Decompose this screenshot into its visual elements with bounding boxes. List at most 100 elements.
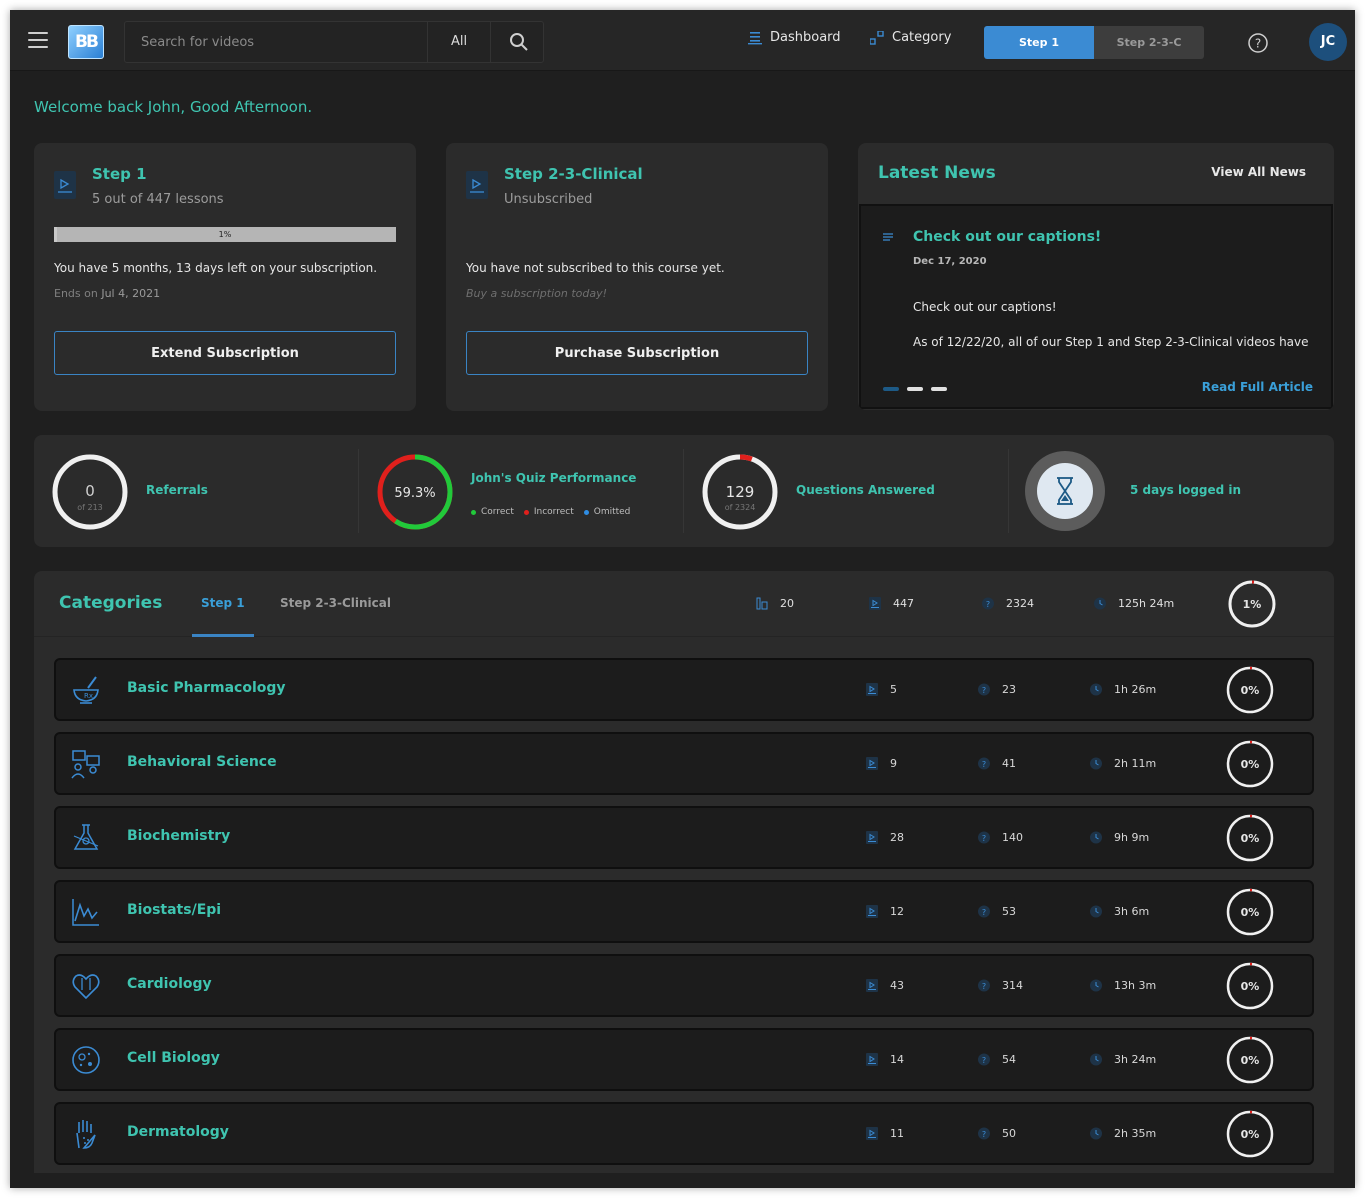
purchase-subscription-button[interactable]: Purchase Subscription [466, 331, 808, 375]
article-title[interactable]: Check out our captions! [913, 229, 1101, 245]
clock-icon [1090, 831, 1102, 844]
subscription-end-date: Jul 4, 2021 [101, 287, 161, 300]
question-icon: ? [978, 905, 990, 918]
search-input[interactable] [125, 22, 427, 62]
category-lessons: 14 [866, 1053, 904, 1066]
question-icon: ? [978, 831, 990, 844]
subscription-end-prefix: Ends on [54, 287, 98, 300]
nav-dashboard[interactable]: Dashboard [748, 30, 841, 45]
category-name[interactable]: Basic Pharmacology [127, 680, 286, 696]
referrals-ring: 0 of 213 [52, 454, 128, 530]
search-scope-select[interactable]: All [427, 22, 491, 62]
category-name[interactable]: Biochemistry [127, 828, 230, 844]
category-duration: 3h 24m [1090, 1053, 1156, 1066]
logo[interactable]: BB [68, 25, 104, 59]
category-questions: ? 314 [978, 979, 1023, 992]
top-bar: BB All Dashboard Category [10, 10, 1355, 71]
categories-header: Categories Step 1 Step 2-3-Clinical 20 4… [34, 571, 1334, 637]
question-icon: ? [978, 1127, 990, 1140]
video-lesson-icon [866, 831, 878, 844]
category-row[interactable]: Biochemistry 28? 140 9h 9m 0% [54, 806, 1314, 869]
latest-news-panel: Latest News View All News Check out our … [858, 143, 1334, 410]
clock-icon [1090, 683, 1102, 696]
questions-total: of 2324 [725, 503, 756, 512]
help-icon[interactable]: ? [1248, 33, 1268, 53]
line-graph-icon [72, 899, 99, 926]
article-date: Dec 17, 2020 [913, 256, 987, 267]
total-questions: ? 2324 [982, 597, 1034, 610]
search-icon[interactable] [509, 32, 529, 52]
people-chat-icon [71, 750, 100, 779]
svg-text:Rx: Rx [84, 692, 93, 700]
step-2-3-c-button[interactable]: Step 2-3-C [1094, 26, 1204, 59]
video-lesson-icon [866, 905, 878, 918]
carousel-dot[interactable] [931, 387, 947, 391]
step-1-button[interactable]: Step 1 [984, 26, 1094, 59]
total-lessons: 447 [869, 597, 914, 610]
category-questions-value: 23 [1002, 683, 1016, 696]
category-duration: 2h 35m [1090, 1127, 1156, 1140]
menu-icon[interactable] [28, 32, 48, 48]
quiz-performance-label[interactable]: John's Quiz Performance [471, 471, 636, 485]
category-progress-value: 0% [1241, 832, 1260, 845]
category-progress-ring: 0% [1226, 888, 1274, 936]
carousel-dot[interactable] [883, 387, 899, 391]
legend-incorrect: Incorrect [523, 507, 574, 517]
quiz-legend: Correct Incorrect Omitted [471, 507, 630, 517]
category-progress-value: 0% [1241, 980, 1260, 993]
category-duration-value: 2h 35m [1114, 1127, 1157, 1140]
video-lesson-icon [869, 597, 881, 610]
category-row[interactable]: Dermatology 11? 50 2h 35m 0% [54, 1102, 1314, 1165]
questions-answered-stat: 129 of 2324 Questions Answered [684, 435, 1009, 547]
svg-text:?: ? [1255, 37, 1261, 51]
category-lessons: 28 [866, 831, 904, 844]
video-lesson-icon [866, 1127, 878, 1140]
category-lessons: 12 [866, 905, 904, 918]
category-name[interactable]: Behavioral Science [127, 754, 277, 770]
question-icon: ? [978, 757, 990, 770]
category-row[interactable]: Cell Biology 14? 54 3h 24m 0% [54, 1028, 1314, 1091]
category-count-icon [756, 597, 768, 610]
course-progress-label: 1% [218, 230, 232, 239]
category-name[interactable]: Biostats/Epi [127, 902, 221, 918]
avatar[interactable]: JC [1309, 23, 1347, 61]
app-window: BB All Dashboard Category [10, 10, 1355, 1188]
category-name[interactable]: Cell Biology [127, 1050, 220, 1066]
category-questions-value: 140 [1002, 831, 1023, 844]
article-paragraph: Check out our captions! [913, 300, 1057, 314]
category-row[interactable]: Biostats/Epi 12? 53 3h 6m 0% [54, 880, 1314, 943]
question-icon: ? [982, 597, 994, 610]
nav-category[interactable]: Category [870, 30, 951, 45]
subscription-end: Ends on Jul 4, 2021 [54, 287, 160, 300]
category-row[interactable]: Rx Basic Pharmacology 5? 23 1h 26m 0% [54, 658, 1314, 721]
category-name[interactable]: Dermatology [127, 1124, 229, 1140]
legend-omitted: Omitted [583, 507, 630, 517]
svg-text:?: ? [982, 982, 986, 991]
categories-panel: Categories Step 1 Step 2-3-Clinical 20 4… [34, 571, 1334, 1173]
category-questions-value: 54 [1002, 1053, 1016, 1066]
category-name[interactable]: Cardiology [127, 976, 212, 992]
referrals-label[interactable]: Referrals [146, 483, 208, 497]
tab-step-1[interactable]: Step 1 [201, 596, 245, 610]
tab-step-2-3-clinical[interactable]: Step 2-3-Clinical [280, 596, 391, 610]
category-row[interactable]: Behavioral Science 9? 41 2h 11m 0% [54, 732, 1314, 795]
category-progress-ring: 0% [1226, 1036, 1274, 1084]
category-lessons: 5 [866, 683, 897, 696]
extend-subscription-button[interactable]: Extend Subscription [54, 331, 396, 375]
category-progress-value: 0% [1241, 758, 1260, 771]
category-lessons-value: 5 [890, 683, 897, 696]
video-lesson-icon [866, 979, 878, 992]
read-full-article-link[interactable]: Read Full Article [1202, 380, 1313, 394]
questions-answered-label[interactable]: Questions Answered [796, 483, 935, 497]
category-questions: ? 50 [978, 1127, 1016, 1140]
total-duration-value: 125h 24m [1118, 597, 1175, 610]
svg-text:?: ? [982, 834, 986, 843]
clock-icon [1090, 757, 1102, 770]
days-logged-label[interactable]: 5 days logged in [1130, 483, 1241, 497]
category-row[interactable]: Cardiology 43? 314 13h 3m 0% [54, 954, 1314, 1017]
category-lessons-value: 9 [890, 757, 897, 770]
category-duration: 1h 26m [1090, 683, 1156, 696]
view-all-news-link[interactable]: View All News [1211, 165, 1306, 179]
category-lessons-value: 14 [890, 1053, 904, 1066]
carousel-dot[interactable] [907, 387, 923, 391]
